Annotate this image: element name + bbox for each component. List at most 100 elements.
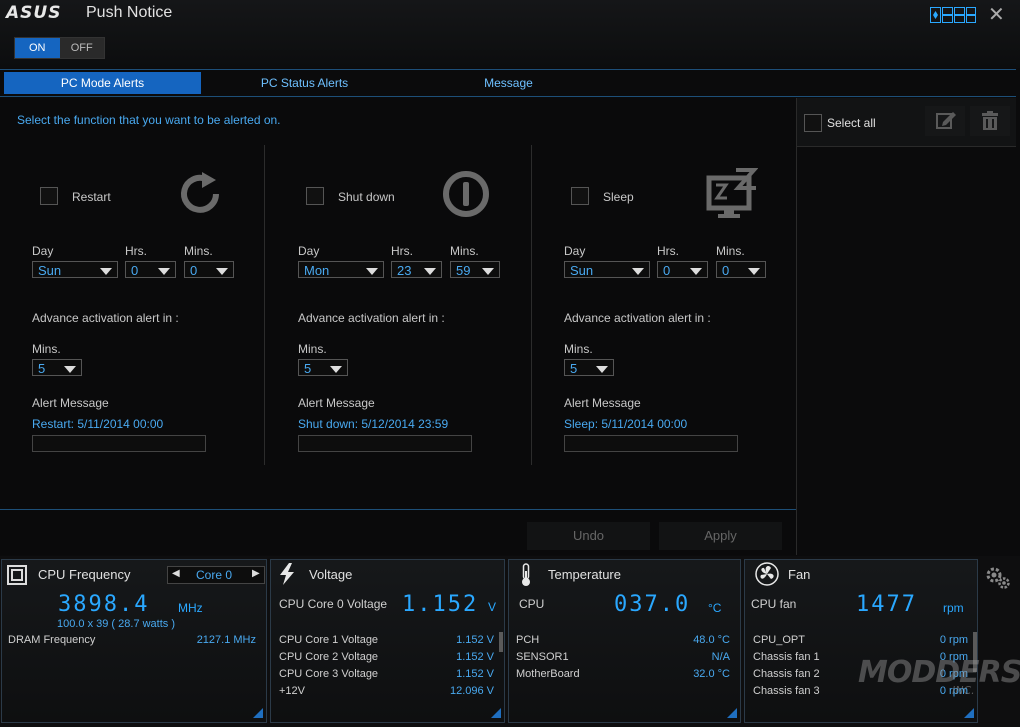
cpu-frequency-title: CPU Frequency [38,567,131,582]
core-selector[interactable]: ◀ Core 0 ▶ [167,566,265,584]
chevron-down-icon [100,268,112,275]
shutdown-checkbox[interactable] [306,187,324,205]
sleep-message-input[interactable] [564,435,738,452]
restart-day-select[interactable]: Sun [32,261,118,278]
tab-pc-status-alerts[interactable]: PC Status Alerts [206,72,403,94]
sleep-label: Sleep [603,190,634,204]
restart-label: Restart [72,190,111,204]
watermark-logo: MODDERS [858,655,1020,690]
restart-checkbox[interactable] [40,187,58,205]
expand-corner-icon[interactable] [253,708,263,718]
tab-divider [0,69,1016,70]
close-icon[interactable]: ✕ [988,2,1005,27]
expand-corner-icon[interactable] [727,708,737,718]
gear-icon[interactable] [984,565,1012,591]
restart-hrs-select[interactable]: 0 [125,261,176,278]
temperature-row-value: 32.0 °C [693,668,730,680]
day-label: Day [298,244,320,258]
instruction-text: Select the function that you want to be … [17,113,281,127]
shutdown-advance-select[interactable]: 5 [298,359,348,376]
advance-label: Advance activation alert in : [564,311,711,325]
expand-corner-icon[interactable] [491,708,501,718]
actions-divider [0,509,796,510]
window-layout-icon[interactable] [930,7,976,23]
column-divider [531,145,532,465]
toggle-on-button[interactable]: ON [15,38,60,58]
app-title: Push Notice [86,4,173,21]
voltage-row-value: 12.096 V [449,685,494,697]
watermark-sub: INC. [952,684,975,697]
day-label: Day [564,244,586,258]
select-value: 23 [397,263,412,278]
tab-pc-mode-alerts[interactable]: PC Mode Alerts [4,72,201,94]
voltage-row-label: CPU Core 1 Voltage [279,634,379,646]
cpu-chip-icon [7,565,27,585]
sleep-mins-select[interactable]: 0 [716,261,766,278]
voltage-row-value: 1.152 V [456,668,494,680]
select-value: 59 [456,263,471,278]
sleep-hrs-select[interactable]: 0 [657,261,708,278]
mins-label: Mins. [184,244,213,258]
edit-icon[interactable] [925,106,965,136]
dram-frequency-label: DRAM Frequency [8,634,96,646]
voltage-scrollbar[interactable] [499,632,503,652]
shutdown-mins-select[interactable]: 59 [450,261,500,278]
temperature-row-value: N/A [711,651,730,663]
select-all-label: Select all [827,116,876,130]
prev-core-icon[interactable]: ◀ [172,568,180,579]
voltage-row-value: 1.152 V [456,634,494,646]
sleep-monitor-icon [706,168,758,218]
chevron-down-icon [366,268,378,275]
voltage-row-label: CPU Core 2 Voltage [279,651,379,663]
temperature-main-label: CPU [519,597,545,611]
temperature-main-unit: °C [708,601,722,615]
fan-title: Fan [788,567,811,582]
toggle-off-button[interactable]: OFF [59,38,104,58]
sleep-checkbox[interactable] [571,187,589,205]
voltage-main-label: CPU Core 0 Voltage [279,597,388,611]
next-core-icon[interactable]: ▶ [252,568,260,579]
restart-advance-select[interactable]: 5 [32,359,82,376]
select-all-checkbox[interactable] [804,114,822,132]
restart-icon [181,172,219,213]
restart-alert-text: Restart: 5/11/2014 00:00 [32,417,164,431]
shutdown-hrs-select[interactable]: 23 [391,261,442,278]
fan-icon [755,562,779,586]
sleep-day-select[interactable]: Sun [564,261,650,278]
power-toggle[interactable]: ON OFF [14,37,105,59]
chevron-down-icon [330,366,342,373]
cpu-frequency-value: 3898.4 [58,592,150,617]
sleep-advance-select[interactable]: 5 [564,359,614,376]
temperature-row-label: SENSOR1 [516,651,569,663]
temperature-main-value: 037.0 [614,592,691,617]
tab-message[interactable]: Message [410,72,607,94]
chevron-down-icon [158,268,170,275]
lightning-icon [280,563,294,585]
chevron-down-icon [216,268,228,275]
expand-corner-icon[interactable] [964,708,974,718]
temperature-title: Temperature [548,567,621,582]
undo-button[interactable]: Undo [527,522,650,550]
shutdown-day-select[interactable]: Mon [298,261,384,278]
fan-row-label: CPU_OPT [753,634,805,646]
fan-main-value: 1477 [856,592,917,617]
restart-mins-select[interactable]: 0 [184,261,234,278]
chevron-down-icon [482,268,494,275]
dram-frequency-value: 2127.1 MHz [196,634,256,646]
trash-icon[interactable] [970,106,1010,136]
select-value: Mon [304,263,330,278]
mins-label: Mins. [716,244,745,258]
alert-message-label: Alert Message [564,396,641,410]
hrs-label: Hrs. [657,244,679,258]
alert-message-label: Alert Message [32,396,109,410]
push-notice-window: ASUS Push Notice ON OFF ✕ PC Mode Alerts… [0,0,1020,727]
advance-mins-label: Mins. [298,342,327,356]
fan-row-label: Chassis fan 1 [753,651,820,663]
voltage-row-label: CPU Core 3 Voltage [279,668,379,680]
restart-message-input[interactable] [32,435,206,452]
advance-label: Advance activation alert in : [32,311,179,325]
apply-button[interactable]: Apply [659,522,782,550]
shutdown-message-input[interactable] [298,435,472,452]
sleep-alert-text: Sleep: 5/11/2014 00:00 [564,417,688,431]
voltage-row-value: 1.152 V [456,651,494,663]
